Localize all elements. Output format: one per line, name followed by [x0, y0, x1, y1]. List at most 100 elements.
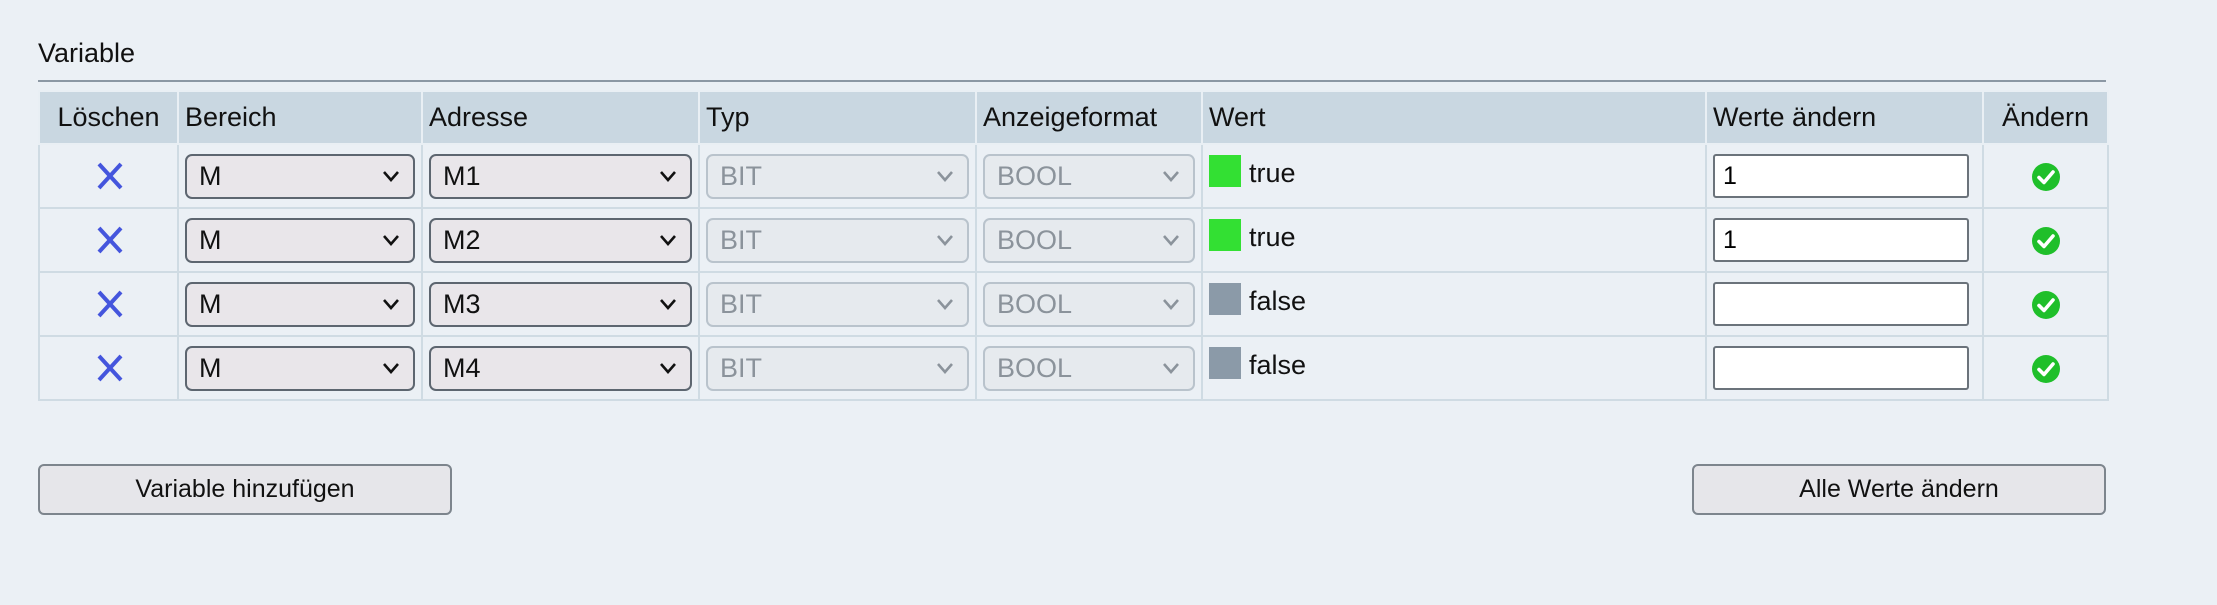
apply-all-values-button[interactable]: Alle Werte ändern	[1692, 464, 2106, 515]
apply-cell	[1982, 335, 2109, 401]
type-select: BIT	[706, 345, 969, 391]
apply-cell	[1982, 143, 2109, 209]
chevron-down-icon	[937, 170, 953, 182]
format-select: BOOL	[983, 345, 1195, 391]
new-value-cell	[1705, 335, 1984, 401]
green-check-icon[interactable]	[2031, 354, 2061, 384]
column-header-new-value: Werte ändern	[1705, 90, 1984, 145]
new-value-cell	[1705, 271, 1984, 337]
new-value-input[interactable]	[1713, 154, 1969, 198]
delete-x-icon[interactable]	[89, 156, 129, 196]
format-select-value: BOOL	[997, 160, 1073, 191]
table-row: M M3 BIT BOOL false	[38, 271, 2109, 337]
address-select-value: M3	[443, 288, 481, 319]
format-select-value: BOOL	[997, 224, 1073, 255]
new-value-input[interactable]	[1713, 282, 1969, 326]
type-select-value: BIT	[720, 352, 763, 383]
area-select[interactable]: M	[185, 281, 415, 327]
address-cell: M3	[421, 271, 700, 337]
column-header-format: Anzeigeformat	[975, 90, 1203, 145]
chevron-down-icon	[660, 362, 676, 374]
format-cell: BOOL	[975, 143, 1203, 209]
address-cell: M1	[421, 143, 700, 209]
area-select[interactable]: M	[185, 153, 415, 199]
chevron-down-icon	[383, 170, 399, 182]
area-select[interactable]: M	[185, 217, 415, 263]
new-value-input[interactable]	[1713, 218, 1969, 262]
value-cell: true	[1201, 207, 1707, 273]
status-indicator	[1209, 283, 1241, 315]
chevron-down-icon	[660, 298, 676, 310]
chevron-down-icon	[383, 298, 399, 310]
address-select[interactable]: M1	[429, 153, 692, 199]
green-check-icon[interactable]	[2031, 290, 2061, 320]
value-cell: false	[1201, 335, 1707, 401]
format-select-value: BOOL	[997, 352, 1073, 383]
chevron-down-icon	[1163, 362, 1179, 374]
area-cell: M	[177, 335, 423, 401]
address-select[interactable]: M4	[429, 345, 692, 391]
type-cell: BIT	[698, 207, 977, 273]
area-select-value: M	[199, 160, 222, 191]
format-select-value: BOOL	[997, 288, 1073, 319]
new-value-input[interactable]	[1713, 346, 1969, 390]
type-select: BIT	[706, 153, 969, 199]
status-indicator	[1209, 219, 1241, 251]
table-row: M M2 BIT BOOL true	[38, 207, 2109, 273]
section-divider	[38, 80, 2106, 82]
chevron-down-icon	[383, 362, 399, 374]
address-select-value: M2	[443, 224, 481, 255]
type-cell: BIT	[698, 143, 977, 209]
status-indicator	[1209, 155, 1241, 187]
format-cell: BOOL	[975, 207, 1203, 273]
type-select-value: BIT	[720, 288, 763, 319]
delete-x-icon[interactable]	[89, 348, 129, 388]
area-cell: M	[177, 143, 423, 209]
address-select[interactable]: M3	[429, 281, 692, 327]
value-text: true	[1249, 157, 1296, 188]
green-check-icon[interactable]	[2031, 162, 2061, 192]
new-value-cell	[1705, 207, 1984, 273]
format-select: BOOL	[983, 217, 1195, 263]
delete-cell	[38, 143, 179, 209]
area-cell: M	[177, 207, 423, 273]
new-value-cell	[1705, 143, 1984, 209]
delete-x-icon[interactable]	[89, 284, 129, 324]
column-header-apply: Ändern	[1982, 90, 2109, 145]
chevron-down-icon	[660, 170, 676, 182]
delete-x-icon[interactable]	[89, 220, 129, 260]
format-select: BOOL	[983, 281, 1195, 327]
column-header-delete: Löschen	[38, 90, 179, 145]
type-select: BIT	[706, 217, 969, 263]
chevron-down-icon	[1163, 234, 1179, 246]
type-select-value: BIT	[720, 224, 763, 255]
type-select-value: BIT	[720, 160, 763, 191]
variable-table: Löschen Bereich Adresse Typ Anzeigeforma…	[38, 90, 2109, 401]
area-select-value: M	[199, 288, 222, 319]
value-cell: false	[1201, 271, 1707, 337]
address-cell: M2	[421, 207, 700, 273]
delete-cell	[38, 271, 179, 337]
table-header-row: Löschen Bereich Adresse Typ Anzeigeforma…	[38, 90, 2109, 145]
chevron-down-icon	[1163, 170, 1179, 182]
area-select-value: M	[199, 352, 222, 383]
type-cell: BIT	[698, 271, 977, 337]
chevron-down-icon	[937, 234, 953, 246]
column-header-area: Bereich	[177, 90, 423, 145]
area-cell: M	[177, 271, 423, 337]
chevron-down-icon	[660, 234, 676, 246]
apply-cell	[1982, 271, 2109, 337]
apply-cell	[1982, 207, 2109, 273]
address-select[interactable]: M2	[429, 217, 692, 263]
address-select-value: M1	[443, 160, 481, 191]
table-row: M M1 BIT BOOL true	[38, 143, 2109, 209]
chevron-down-icon	[937, 362, 953, 374]
delete-cell	[38, 335, 179, 401]
address-select-value: M4	[443, 352, 481, 383]
delete-cell	[38, 207, 179, 273]
type-cell: BIT	[698, 335, 977, 401]
green-check-icon[interactable]	[2031, 226, 2061, 256]
area-select[interactable]: M	[185, 345, 415, 391]
add-variable-button[interactable]: Variable hinzufügen	[38, 464, 452, 515]
format-cell: BOOL	[975, 271, 1203, 337]
